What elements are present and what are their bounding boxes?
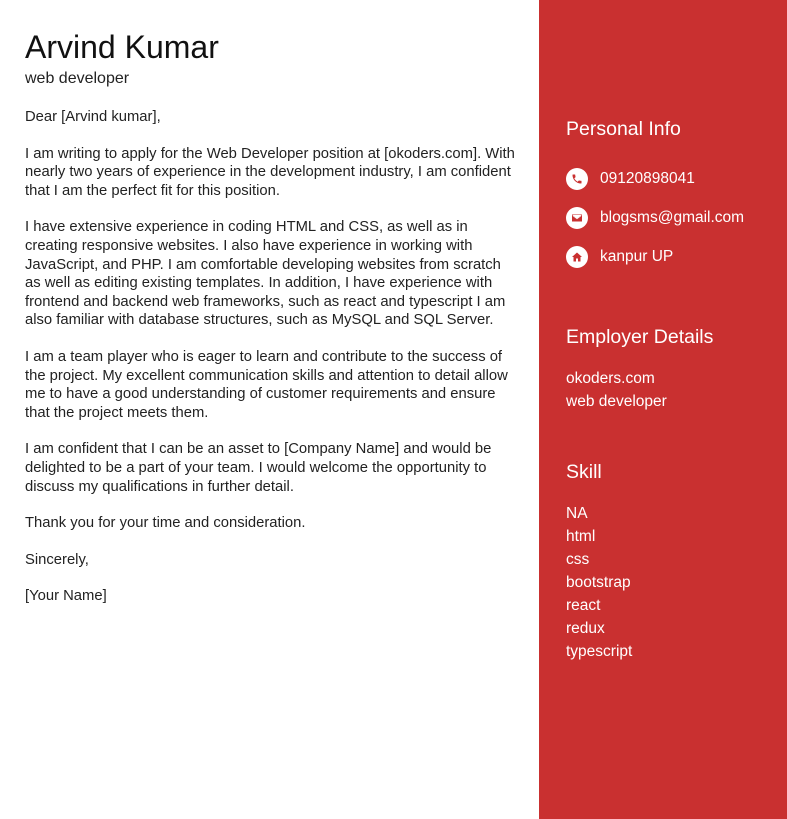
info-sidebar: Personal Info 09120898041 blogsms@gmail.… [539,0,787,819]
skill-item: bootstrap [566,574,631,591]
letter-greeting: Dear [Arvind kumar], [25,109,161,125]
skill-item: typescript [566,643,633,660]
letter-main: Arvind Kumar web developer Dear [Arvind … [0,0,539,819]
envelope-icon [566,207,588,229]
letter-paragraph: I am writing to apply for the Web Develo… [25,145,515,199]
letter-paragraph: I have extensive experience in coding HT… [25,219,506,329]
phone-number: 09120898041 [600,170,695,187]
email-address: blogsms@gmail.com [600,209,745,226]
skill-heading: Skill [566,461,602,483]
employer-list: okoders.com web developer [566,367,787,413]
applicant-role: web developer [25,70,130,87]
contact-phone: 09120898041 [566,168,787,190]
contact-location: kanpur UP [566,246,787,268]
skill-list: NA html css bootstrap react redux typesc… [566,502,787,663]
location-text: kanpur UP [600,248,674,265]
letter-closing: Sincerely, [25,551,89,568]
phone-icon [566,168,588,190]
applicant-name: Arvind Kumar [25,29,219,65]
letter-paragraph: I am a team player who is eager to learn… [25,348,508,421]
letter-paragraph: I am confident that I can be an asset to… [25,441,492,495]
cover-letter-page: Arvind Kumar web developer Dear [Arvind … [0,0,787,819]
letter-signature: [Your Name] [25,588,107,605]
letter-paragraph: Thank you for your time and consideratio… [25,515,306,532]
home-icon [566,246,588,268]
employer-details-heading: Employer Details [566,326,714,348]
skill-item: redux [566,620,605,637]
skill-item: react [566,597,601,614]
personal-info-heading: Personal Info [566,118,681,140]
employer-company: okoders.com [566,370,655,387]
skill-item: NA [566,505,588,522]
skill-item: html [566,528,596,545]
employer-role: web developer [566,393,667,410]
skill-item: css [566,551,590,568]
letter-body: Dear [Arvind kumar], I am writing to app… [25,108,517,606]
contact-email: blogsms@gmail.com [566,207,787,229]
